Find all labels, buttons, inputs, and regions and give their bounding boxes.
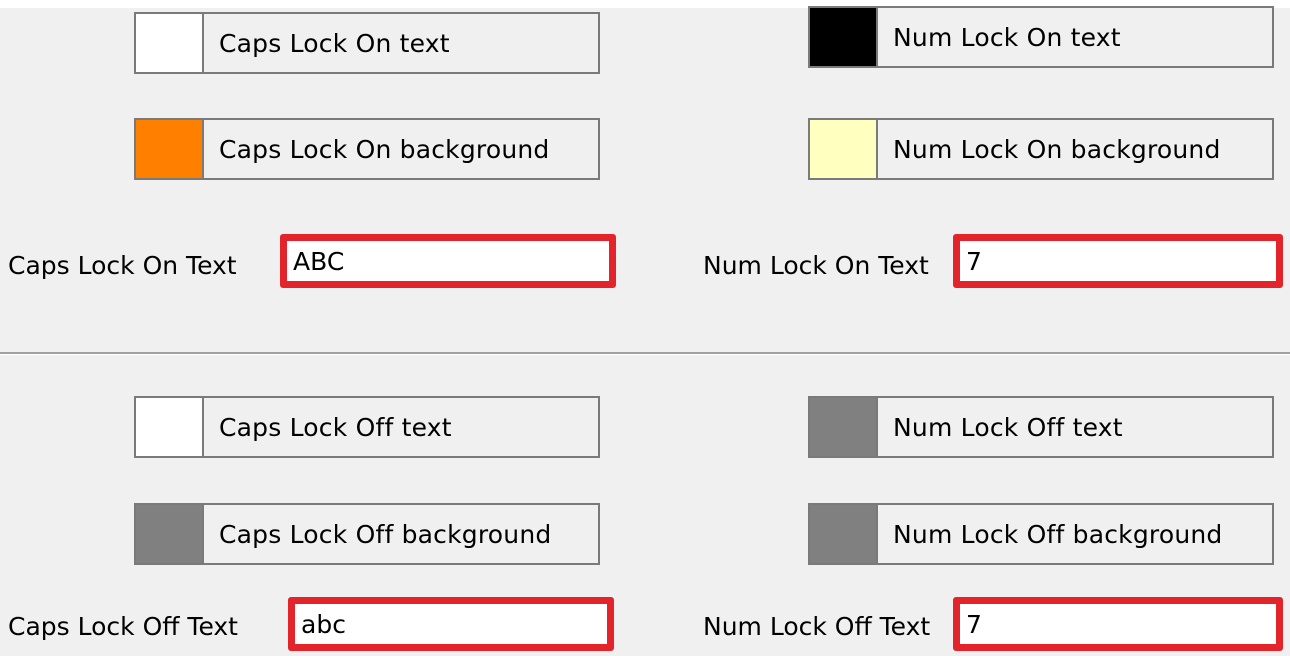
- caps-lock-on-background-button[interactable]: Caps Lock On background: [134, 118, 600, 180]
- caps-lock-off-text-input[interactable]: [288, 597, 614, 651]
- num-lock-off-background-button[interactable]: Num Lock Off background: [808, 503, 1274, 565]
- num-lock-on-text-field-label: Num Lock On Text: [703, 251, 929, 280]
- num-lock-off-text-label: Num Lock Off text: [893, 412, 1123, 442]
- caps-lock-on-text-field-label: Caps Lock On Text: [8, 251, 237, 280]
- indicator-settings-panel: Caps Lock On text Caps Lock On backgroun…: [0, 0, 1290, 656]
- num-lock-on-text-input[interactable]: [953, 234, 1283, 288]
- num-lock-off-text-field-label: Num Lock Off Text: [703, 612, 931, 641]
- num-lock-on-text-label: Num Lock On text: [893, 22, 1121, 52]
- caps-lock-on-text-label: Caps Lock On text: [219, 28, 450, 58]
- num-lock-off-text-swatch: [810, 398, 878, 456]
- num-lock-on-background-swatch: [810, 120, 878, 178]
- num-lock-off-background-swatch: [810, 505, 878, 563]
- caps-lock-off-text-field-label: Caps Lock Off Text: [8, 612, 238, 641]
- caps-lock-on-background-swatch: [136, 120, 204, 178]
- caps-lock-off-text-label: Caps Lock Off text: [219, 412, 452, 442]
- caps-lock-off-background-swatch: [136, 505, 204, 563]
- num-lock-on-background-button[interactable]: Num Lock On background: [808, 118, 1274, 180]
- num-lock-off-background-label: Num Lock Off background: [893, 519, 1223, 549]
- caps-lock-off-text-swatch: [136, 398, 204, 456]
- num-lock-on-background-label: Num Lock On background: [893, 134, 1221, 164]
- num-lock-off-text-input[interactable]: [953, 597, 1283, 651]
- caps-lock-on-text-swatch: [136, 14, 204, 72]
- num-lock-on-text-color-button[interactable]: Num Lock On text: [808, 6, 1274, 68]
- caps-lock-off-background-button[interactable]: Caps Lock Off background: [134, 503, 600, 565]
- caps-lock-off-background-label: Caps Lock Off background: [219, 519, 552, 549]
- caps-lock-on-text-input[interactable]: [280, 234, 616, 288]
- caps-lock-on-background-label: Caps Lock On background: [219, 134, 550, 164]
- num-lock-on-text-swatch: [810, 8, 878, 66]
- section-divider: [0, 352, 1290, 355]
- caps-lock-on-text-color-button[interactable]: Caps Lock On text: [134, 12, 600, 74]
- caps-lock-off-text-color-button[interactable]: Caps Lock Off text: [134, 396, 600, 458]
- num-lock-off-text-color-button[interactable]: Num Lock Off text: [808, 396, 1274, 458]
